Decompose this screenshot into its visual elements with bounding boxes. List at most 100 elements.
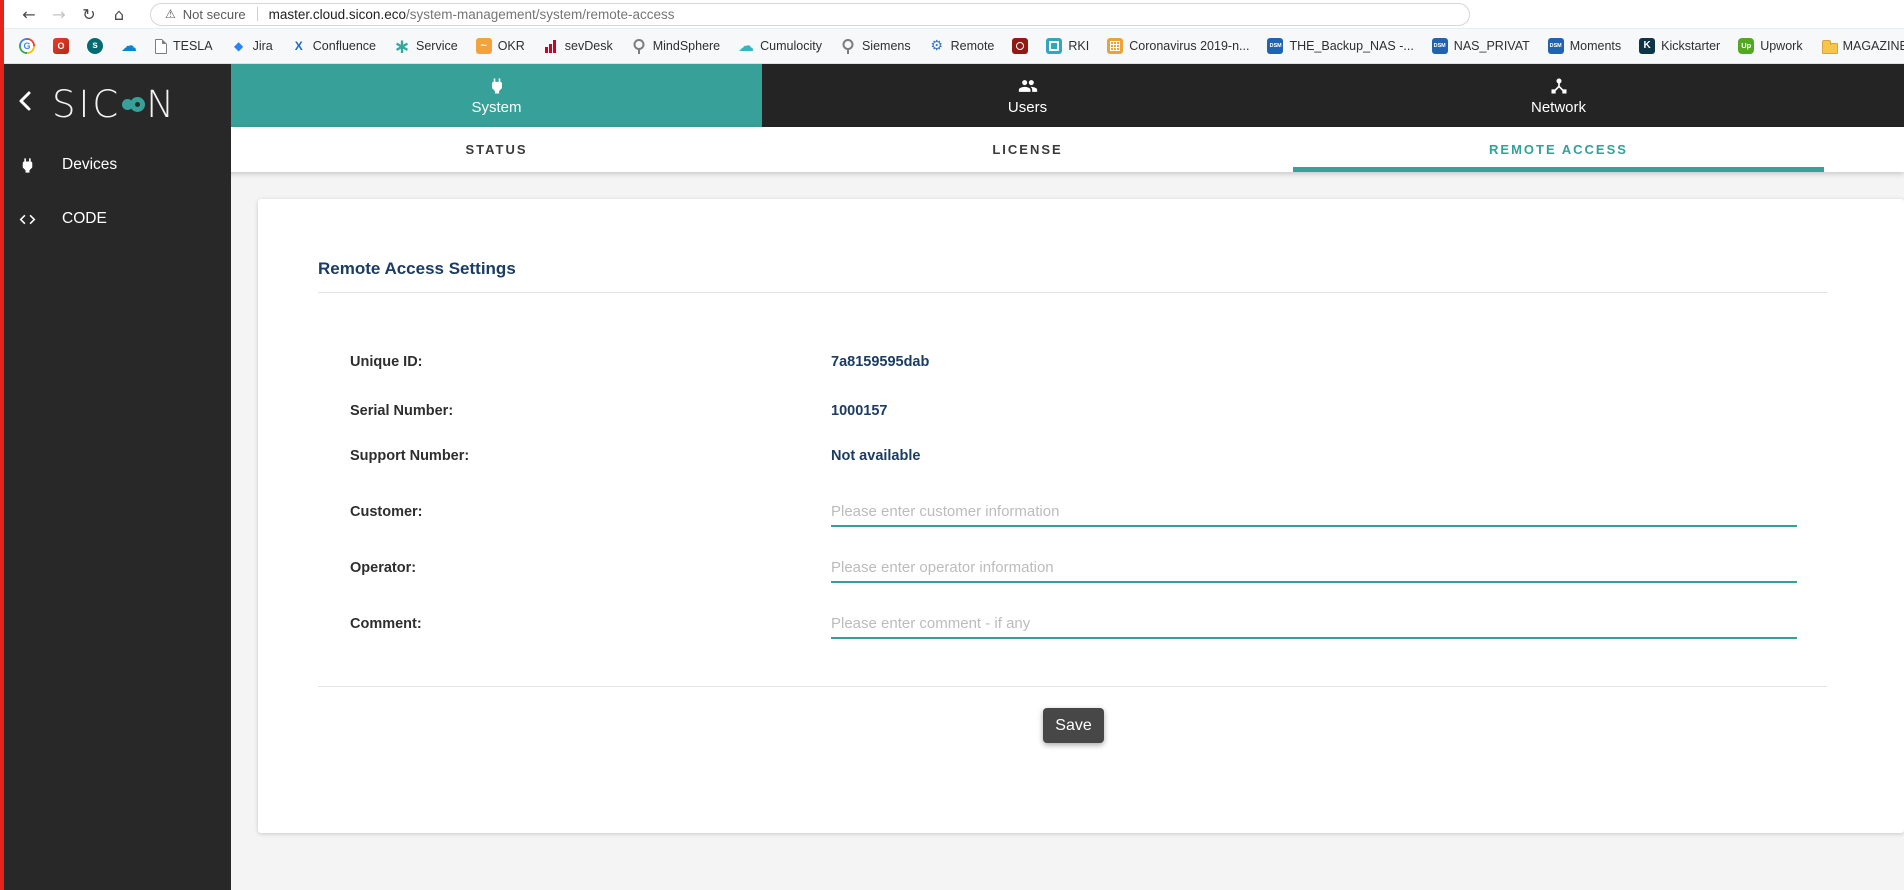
page: System Users Network STATUS LICENSE REMO… <box>231 64 1904 890</box>
field-row-support-number: Support Number: Not available <box>258 441 1904 471</box>
sidebar-collapse-button[interactable] <box>10 86 42 118</box>
bookmark-onedrive[interactable] <box>112 33 146 59</box>
logo-text-right: N <box>146 83 177 126</box>
home-button[interactable]: ⌂ <box>104 2 134 26</box>
bookmark-moments[interactable]: Moments <box>1539 33 1630 59</box>
browser-toolbar: ← → ↻ ⌂ ⚠ Not secure master.cloud.sicon.… <box>0 0 1904 28</box>
bookmark-tesla[interactable]: TESLA <box>146 33 222 59</box>
office-icon <box>53 38 69 54</box>
screen: ← → ↻ ⌂ ⚠ Not secure master.cloud.sicon.… <box>0 0 1904 890</box>
logo-text-left: SI <box>52 83 92 126</box>
folder-icon <box>1821 38 1837 54</box>
sub-nav: STATUS LICENSE REMOTE ACCESS <box>0 127 1904 172</box>
content-area: Remote Access Settings Unique ID: 7a8159… <box>231 172 1904 890</box>
sidebar-item-devices[interactable]: Devices <box>0 148 231 182</box>
url-host: master.cloud.sicon.eco <box>269 7 406 22</box>
field-label: Customer: <box>350 497 423 527</box>
bookmark-sharepoint[interactable] <box>78 33 112 59</box>
subtab-remote-access[interactable]: REMOTE ACCESS <box>1293 127 1824 172</box>
tab-label: Users <box>1008 99 1047 116</box>
dsm-icon <box>1432 38 1448 54</box>
network-hub-icon <box>1549 76 1569 96</box>
bookmarks-bar: TESLA Jira Confluence Service OKR sevDes… <box>0 28 1904 64</box>
onedrive-icon <box>121 38 137 54</box>
sidebar: SICN Devices CODE <box>0 64 231 890</box>
remote-access-card: Remote Access Settings Unique ID: 7a8159… <box>258 199 1904 833</box>
rki-icon <box>1046 38 1062 54</box>
title-divider <box>318 292 1827 293</box>
bookmark-nas-privat[interactable]: NAS_PRIVAT <box>1423 33 1539 59</box>
field-label: Support Number: <box>350 441 469 471</box>
bookmark-jira[interactable]: Jira <box>222 33 282 59</box>
bookmark-coronavirus[interactable]: Coronavirus 2019-n... <box>1098 33 1258 59</box>
subtab-license[interactable]: LICENSE <box>762 127 1293 172</box>
url-path: /system-management/system/remote-access <box>406 7 675 22</box>
field-value: 1000157 <box>831 396 887 426</box>
comment-input[interactable] <box>831 609 1797 639</box>
field-value: 7a8159595dab <box>831 347 929 377</box>
bookmark-upwork[interactable]: Upwork <box>1729 33 1811 59</box>
bookmark-remote[interactable]: Remote <box>920 33 1004 59</box>
bookmark-siemens[interactable]: Siemens <box>831 33 920 59</box>
sevdesk-icon <box>543 38 559 54</box>
field-label: Comment: <box>350 609 422 639</box>
bookmark-cumulocity[interactable]: Cumulocity <box>729 33 831 59</box>
field-label: Serial Number: <box>350 396 453 426</box>
customer-input[interactable] <box>831 497 1797 527</box>
not-secure-warning-icon: ⚠ <box>165 7 176 21</box>
app-area: SICN Devices CODE System Users <box>0 64 1904 890</box>
tab-network[interactable]: Network <box>1293 64 1824 127</box>
security-label: Not secure <box>183 7 246 22</box>
logo-link-icon <box>122 97 145 112</box>
bookmark-rki[interactable]: RKI <box>1037 33 1098 59</box>
users-icon <box>1018 76 1038 96</box>
operator-input[interactable] <box>831 553 1797 583</box>
person-pin-icon <box>840 38 856 54</box>
bookmark-red-app[interactable] <box>1003 33 1037 59</box>
forward-button[interactable]: → <box>44 2 74 26</box>
red-app-icon <box>1012 38 1028 54</box>
cloud-icon <box>738 38 754 54</box>
sidebar-item-code[interactable]: CODE <box>0 202 231 236</box>
bookmark-office[interactable] <box>44 33 78 59</box>
bookmark-service[interactable]: Service <box>385 33 467 59</box>
gear-icon <box>929 38 945 54</box>
plug-icon <box>487 76 507 96</box>
bookmark-the-backup-nas[interactable]: THE_Backup_NAS -... <box>1258 33 1422 59</box>
bookmark-sevdesk[interactable]: sevDesk <box>534 33 622 59</box>
bookmark-google[interactable] <box>10 33 44 59</box>
sidebar-item-label: CODE <box>62 210 107 228</box>
service-icon <box>394 38 410 54</box>
browser-chrome: ← → ↻ ⌂ ⚠ Not secure master.cloud.sicon.… <box>0 0 1904 64</box>
google-icon <box>19 38 35 54</box>
sicon-logo: SICN <box>52 78 177 130</box>
plug-icon <box>18 156 37 175</box>
page-title: Remote Access Settings <box>318 259 516 279</box>
okr-icon <box>476 38 492 54</box>
field-row-customer: Customer: <box>258 497 1904 527</box>
upwork-icon <box>1738 38 1754 54</box>
corona-icon <box>1107 38 1123 54</box>
field-label: Unique ID: <box>350 347 423 377</box>
field-row-operator: Operator: <box>258 553 1904 583</box>
tab-system[interactable]: System <box>231 64 762 127</box>
url-bar[interactable]: ⚠ Not secure master.cloud.sicon.eco/syst… <box>150 3 1470 26</box>
bookmark-confluence[interactable]: Confluence <box>282 33 385 59</box>
sharepoint-icon <box>87 38 103 54</box>
page-icon <box>155 39 167 54</box>
bookmark-mindsphere[interactable]: MindSphere <box>622 33 729 59</box>
sidebar-item-label: Devices <box>62 156 117 174</box>
refresh-button[interactable]: ↻ <box>74 2 104 26</box>
subtab-status[interactable]: STATUS <box>231 127 762 172</box>
bookmark-kickstarter[interactable]: Kickstarter <box>1630 33 1729 59</box>
dsm-icon <box>1267 38 1283 54</box>
bookmark-magazine[interactable]: MAGAZINE <box>1812 33 1904 59</box>
bookmark-okr[interactable]: OKR <box>467 33 534 59</box>
screen-edge-strip <box>0 0 4 890</box>
back-button[interactable]: ← <box>14 2 44 26</box>
kickstarter-icon <box>1639 38 1655 54</box>
chevron-left-icon <box>14 89 38 113</box>
dsm-icon <box>1548 38 1564 54</box>
tab-users[interactable]: Users <box>762 64 1293 127</box>
save-button[interactable]: Save <box>1043 708 1104 743</box>
